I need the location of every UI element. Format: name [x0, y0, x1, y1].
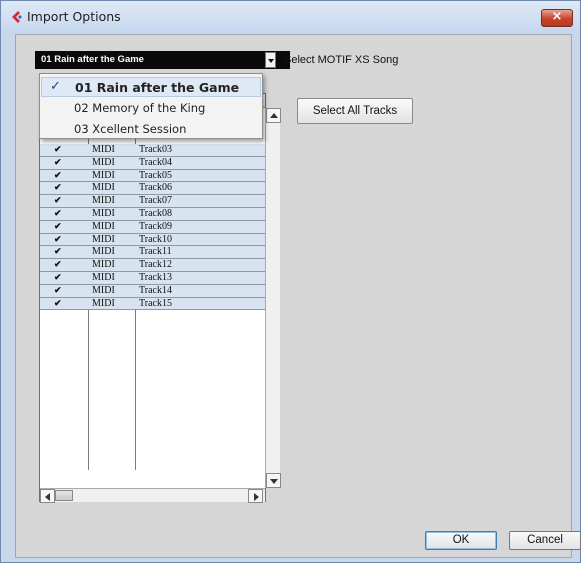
track-checkbox[interactable]: ✔: [54, 259, 76, 270]
track-checkbox[interactable]: ✔: [54, 298, 76, 309]
table-row[interactable]: ✔ MIDI Track04: [40, 156, 265, 170]
track-name: Track10: [139, 233, 172, 245]
track-name: Track04: [139, 156, 172, 168]
import-options-dialog: Import Options × 01 Rain after the Game …: [0, 0, 581, 563]
track-type: MIDI: [92, 233, 115, 245]
song-dropdown-menu: ✓ 01 Rain after the Game 02 Memory of th…: [39, 73, 263, 139]
table-row[interactable]: ✔ MIDI Track13: [40, 271, 265, 285]
track-table: ✔ MIDI Track03 ✔ MIDI Track04 ✔ MIDI Track05 ✔ MID…: [39, 93, 281, 503]
track-name: Track05: [139, 169, 172, 181]
track-checkbox[interactable]: ✔: [54, 144, 76, 155]
table-row[interactable]: ✔ MIDI Track06: [40, 182, 265, 196]
track-type: MIDI: [92, 169, 115, 181]
close-button[interactable]: ×: [541, 9, 573, 27]
track-name: Track08: [139, 207, 172, 219]
track-rows: ✔ MIDI Track03 ✔ MIDI Track04 ✔ MIDI Track05 ✔ MID…: [40, 144, 265, 311]
song-select-dropdown[interactable]: 01 Rain after the Game: [35, 51, 290, 69]
scroll-left-icon[interactable]: [40, 489, 55, 503]
menu-item-song-01[interactable]: ✓ 01 Rain after the Game: [41, 77, 261, 97]
window-title: Import Options: [27, 9, 121, 24]
table-row[interactable]: ✔ MIDI Track07: [40, 195, 265, 208]
menu-item-label: 02 Memory of the King: [74, 101, 206, 115]
track-name: Track14: [139, 284, 172, 296]
track-type: MIDI: [92, 284, 115, 296]
scroll-right-icon[interactable]: [248, 489, 263, 503]
table-row[interactable]: ✔ MIDI Track08: [40, 207, 265, 221]
track-type: MIDI: [92, 271, 115, 283]
scroll-thumb[interactable]: [55, 490, 73, 501]
track-checkbox[interactable]: ✔: [54, 170, 76, 181]
track-type: MIDI: [92, 220, 115, 232]
ok-button[interactable]: OK: [425, 531, 497, 550]
track-name: Track12: [139, 259, 172, 271]
track-checkbox[interactable]: ✔: [54, 246, 76, 257]
dropdown-arrow-icon[interactable]: [265, 52, 276, 68]
close-icon: ×: [551, 9, 563, 24]
track-type: MIDI: [92, 259, 115, 271]
scroll-down-icon[interactable]: [266, 473, 281, 488]
track-type: MIDI: [92, 246, 115, 258]
table-row[interactable]: ✔ MIDI Track14: [40, 284, 265, 298]
menu-item-label: 01 Rain after the Game: [75, 80, 240, 95]
table-row[interactable]: ✔ MIDI Track03: [40, 144, 265, 157]
track-checkbox[interactable]: ✔: [54, 221, 76, 232]
track-type: MIDI: [92, 156, 115, 168]
table-row[interactable]: ✔ MIDI Track12: [40, 259, 265, 272]
track-checkbox[interactable]: ✔: [54, 157, 76, 168]
track-name: Track13: [139, 271, 172, 283]
table-row[interactable]: ✔ MIDI Track10: [40, 233, 265, 247]
table-row[interactable]: ✔ MIDI Track15: [40, 297, 265, 311]
track-checkbox[interactable]: ✔: [54, 234, 76, 245]
vertical-scrollbar[interactable]: [265, 108, 281, 488]
table-row[interactable]: ✔ MIDI Track09: [40, 220, 265, 234]
scroll-up-icon[interactable]: [266, 108, 281, 123]
menu-item-song-03[interactable]: 03 Xcellent Session: [41, 119, 261, 139]
track-name: Track07: [139, 195, 172, 207]
horizontal-scrollbar[interactable]: [40, 488, 265, 503]
track-type: MIDI: [92, 195, 115, 207]
table-row[interactable]: ✔ MIDI Track11: [40, 246, 265, 260]
checkmark-icon: ✓: [50, 79, 61, 94]
track-name: Track03: [139, 144, 172, 155]
cancel-button[interactable]: Cancel: [509, 531, 581, 550]
track-checkbox[interactable]: ✔: [54, 182, 76, 193]
track-type: MIDI: [92, 297, 115, 309]
track-name: Track11: [139, 246, 172, 258]
track-name: Track09: [139, 220, 172, 232]
select-all-tracks-button[interactable]: Select All Tracks: [297, 98, 413, 124]
song-select-value: 01 Rain after the Game: [41, 54, 144, 65]
menu-item-label: 03 Xcellent Session: [74, 122, 187, 136]
track-checkbox[interactable]: ✔: [54, 272, 76, 283]
track-type: MIDI: [92, 144, 115, 155]
track-type: MIDI: [92, 207, 115, 219]
song-select-label: Select MOTIF XS Song: [284, 54, 399, 66]
track-checkbox[interactable]: ✔: [54, 195, 76, 206]
table-row[interactable]: ✔ MIDI Track05: [40, 169, 265, 183]
title-bar[interactable]: Import Options ×: [1, 1, 580, 31]
menu-item-song-02[interactable]: 02 Memory of the King: [41, 98, 261, 118]
track-name: Track15: [139, 297, 172, 309]
track-type: MIDI: [92, 182, 115, 194]
track-checkbox[interactable]: ✔: [54, 208, 76, 219]
cubase-logo-icon: [12, 11, 22, 23]
track-name: Track06: [139, 182, 172, 194]
track-checkbox[interactable]: ✔: [54, 285, 76, 296]
